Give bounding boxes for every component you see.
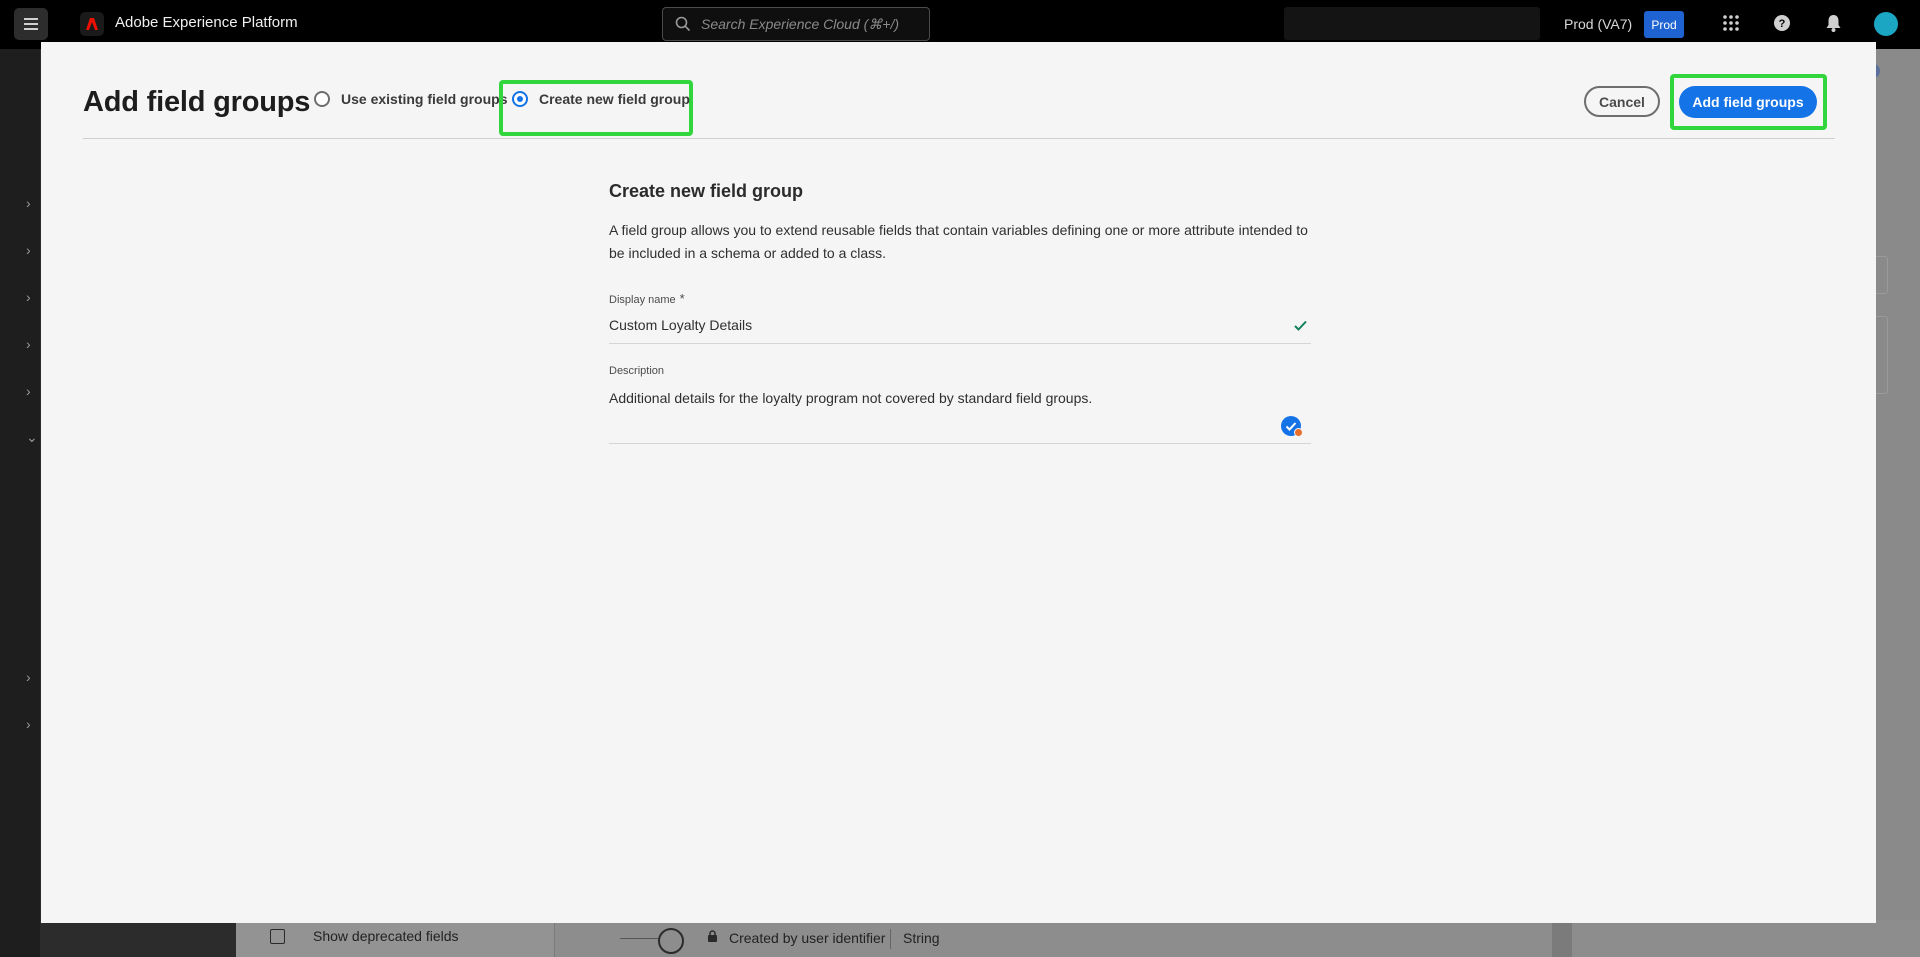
grammar-status-dot bbox=[1294, 428, 1303, 437]
adobe-logo-icon[interactable] bbox=[80, 12, 104, 36]
field-row-type: String bbox=[903, 930, 940, 946]
add-field-groups-dialog: Add field groups Use existing field grou… bbox=[41, 42, 1876, 923]
radio-unselected-icon[interactable] bbox=[314, 91, 330, 107]
radio-use-existing-field-groups[interactable]: Use existing field groups bbox=[314, 91, 507, 107]
radio-label[interactable]: Create new field group bbox=[539, 91, 690, 107]
description-underline bbox=[609, 443, 1311, 444]
field-row-name[interactable]: Created by user identifier bbox=[729, 930, 885, 946]
required-asterisk: * bbox=[679, 291, 685, 306]
chevron-right-icon[interactable]: › bbox=[26, 716, 31, 732]
svg-text:?: ? bbox=[1779, 18, 1786, 30]
left-nav-rail: › › › › › ⌄ › › bbox=[0, 49, 40, 957]
background-right-panel bbox=[1552, 920, 1572, 957]
lock-icon bbox=[707, 930, 718, 948]
search-icon bbox=[675, 16, 691, 37]
show-deprecated-checkbox[interactable] bbox=[270, 929, 285, 944]
valid-check-icon bbox=[1294, 318, 1307, 336]
field-row-divider bbox=[890, 929, 891, 949]
search-input[interactable]: Search Experience Cloud (⌘+/) bbox=[662, 7, 930, 41]
menu-icon[interactable] bbox=[14, 8, 48, 40]
radio-create-new-field-group[interactable]: Create new field group bbox=[512, 91, 690, 107]
chevron-right-icon[interactable]: › bbox=[26, 242, 31, 258]
radio-label[interactable]: Use existing field groups bbox=[341, 91, 507, 107]
sandbox-badge[interactable]: Prod bbox=[1644, 11, 1684, 38]
chevron-right-icon[interactable]: › bbox=[26, 336, 31, 352]
highlight-box bbox=[499, 80, 693, 136]
form-title: Create new field group bbox=[609, 181, 804, 201]
tree-node-circle bbox=[658, 928, 684, 954]
tree-connector bbox=[620, 938, 658, 939]
chevron-right-icon[interactable]: › bbox=[26, 383, 31, 399]
display-name-underline bbox=[609, 343, 1311, 344]
notifications-icon[interactable] bbox=[1825, 14, 1842, 37]
sandbox-name[interactable]: Prod (VA7) bbox=[1564, 16, 1632, 32]
dialog-title: Add field groups bbox=[83, 86, 311, 118]
app-title[interactable]: Adobe Experience Platform bbox=[115, 14, 298, 31]
header-blank-area bbox=[1284, 7, 1540, 40]
search-placeholder: Search Experience Cloud (⌘+/) bbox=[701, 16, 900, 32]
apps-grid-icon[interactable] bbox=[1722, 14, 1740, 37]
chevron-right-icon[interactable]: › bbox=[26, 669, 31, 685]
radio-selected-icon[interactable] bbox=[512, 91, 528, 107]
grammar-check-icon[interactable] bbox=[1281, 416, 1303, 437]
add-field-groups-button[interactable]: Add field groups bbox=[1679, 86, 1817, 118]
display-name-label-text: Display name bbox=[609, 294, 676, 306]
chevron-right-icon[interactable]: › bbox=[26, 289, 31, 305]
chevron-down-icon[interactable]: ⌄ bbox=[26, 429, 38, 446]
form-description: A field group allows you to extend reusa… bbox=[609, 222, 1308, 261]
header-divider bbox=[83, 138, 1835, 139]
display-name-label: Display name * bbox=[609, 291, 685, 306]
description-label: Description bbox=[609, 365, 665, 377]
display-name-field[interactable]: Custom Loyalty Details bbox=[609, 317, 752, 333]
avatar[interactable] bbox=[1874, 12, 1898, 36]
cancel-button[interactable]: Cancel bbox=[1584, 86, 1660, 117]
chevron-right-icon[interactable]: › bbox=[26, 195, 31, 211]
help-icon[interactable]: ? bbox=[1773, 14, 1791, 37]
show-deprecated-label: Show deprecated fields bbox=[313, 928, 459, 944]
description-field[interactable]: Additional details for the loyalty progr… bbox=[609, 390, 1092, 406]
